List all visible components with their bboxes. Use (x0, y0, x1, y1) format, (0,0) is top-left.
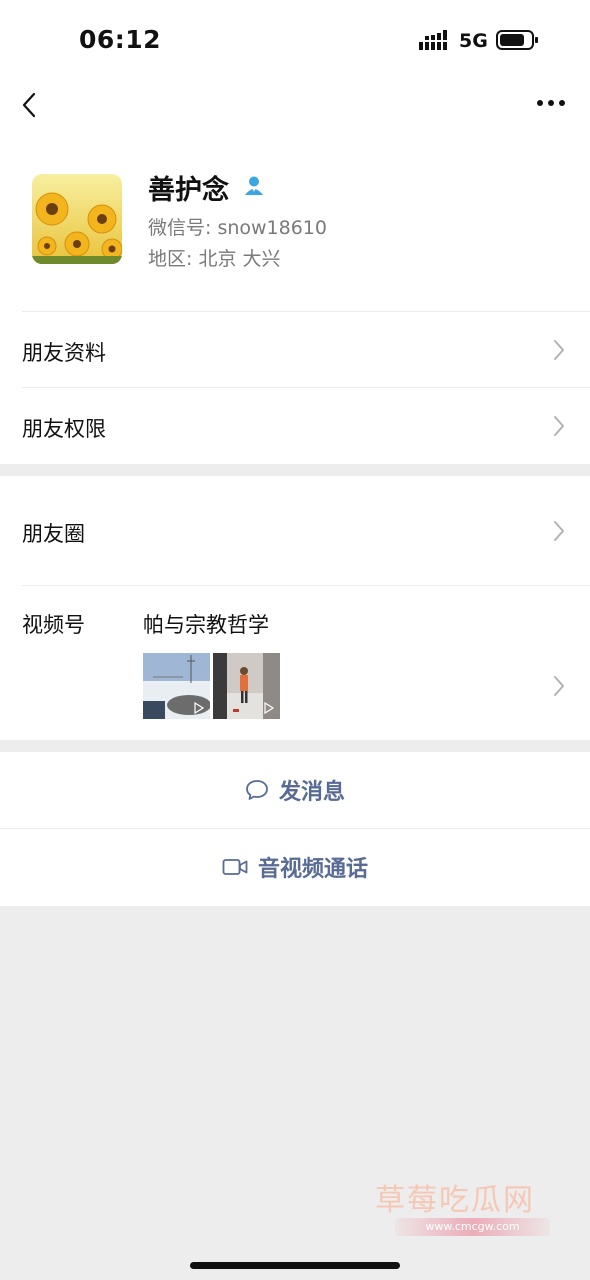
battery-icon (496, 30, 538, 50)
avatar[interactable] (32, 174, 122, 264)
network-type: 5G (459, 30, 488, 52)
friend-info-row[interactable]: 朋友资料 (0, 311, 590, 387)
channels-row[interactable]: 视频号 帕与宗教哲学 (0, 586, 590, 740)
status-bar: 06:12 5G (0, 0, 590, 78)
action-group: 发消息 音视频通话 (0, 752, 590, 906)
send-message-label: 发消息 (278, 780, 345, 805)
channel-thumbnail[interactable] (213, 653, 280, 719)
watermark-url: www.cmcgw.com (395, 1218, 550, 1236)
chat-bubble-icon (246, 780, 268, 800)
contact-name: 善护念 (148, 175, 229, 206)
home-indicator[interactable] (190, 1262, 400, 1269)
friend-info-label: 朋友资料 (22, 341, 106, 365)
contact-icon (245, 176, 263, 195)
more-icon[interactable] (535, 96, 567, 110)
wechat-id: 微信号: snow18610 (148, 217, 327, 239)
status-time: 06:12 (79, 25, 162, 54)
menu-group-friend: 朋友资料 朋友权限 (0, 311, 590, 464)
chevron-right-icon (554, 340, 564, 360)
moments-label: 朋友圈 (22, 522, 85, 546)
av-call-label: 音视频通话 (257, 857, 368, 882)
chevron-right-icon (554, 416, 564, 436)
region: 地区: 北京 大兴 (148, 248, 281, 270)
chevron-right-icon (554, 521, 564, 541)
channels-label: 视频号 (22, 613, 85, 637)
channel-thumbnail[interactable] (143, 653, 210, 719)
profile-card: 善护念 微信号: snow18610 地区: 北京 大兴 (0, 138, 590, 311)
watermark-title: 草莓吃瓜网 (375, 1183, 535, 1218)
channels-name: 帕与宗教哲学 (143, 613, 269, 637)
back-icon[interactable] (18, 90, 44, 120)
av-call-button[interactable]: 音视频通话 (0, 829, 590, 905)
friend-permissions-label: 朋友权限 (22, 417, 106, 441)
nav-bar (0, 78, 590, 138)
send-message-button[interactable]: 发消息 (0, 752, 590, 828)
signal-icon (419, 30, 447, 50)
friend-permissions-row[interactable]: 朋友权限 (0, 388, 590, 464)
chevron-right-icon (554, 676, 564, 696)
menu-group-content: 朋友圈 视频号 帕与宗教哲学 (0, 476, 590, 740)
video-camera-icon (222, 859, 248, 875)
moments-row[interactable]: 朋友圈 (0, 476, 590, 585)
